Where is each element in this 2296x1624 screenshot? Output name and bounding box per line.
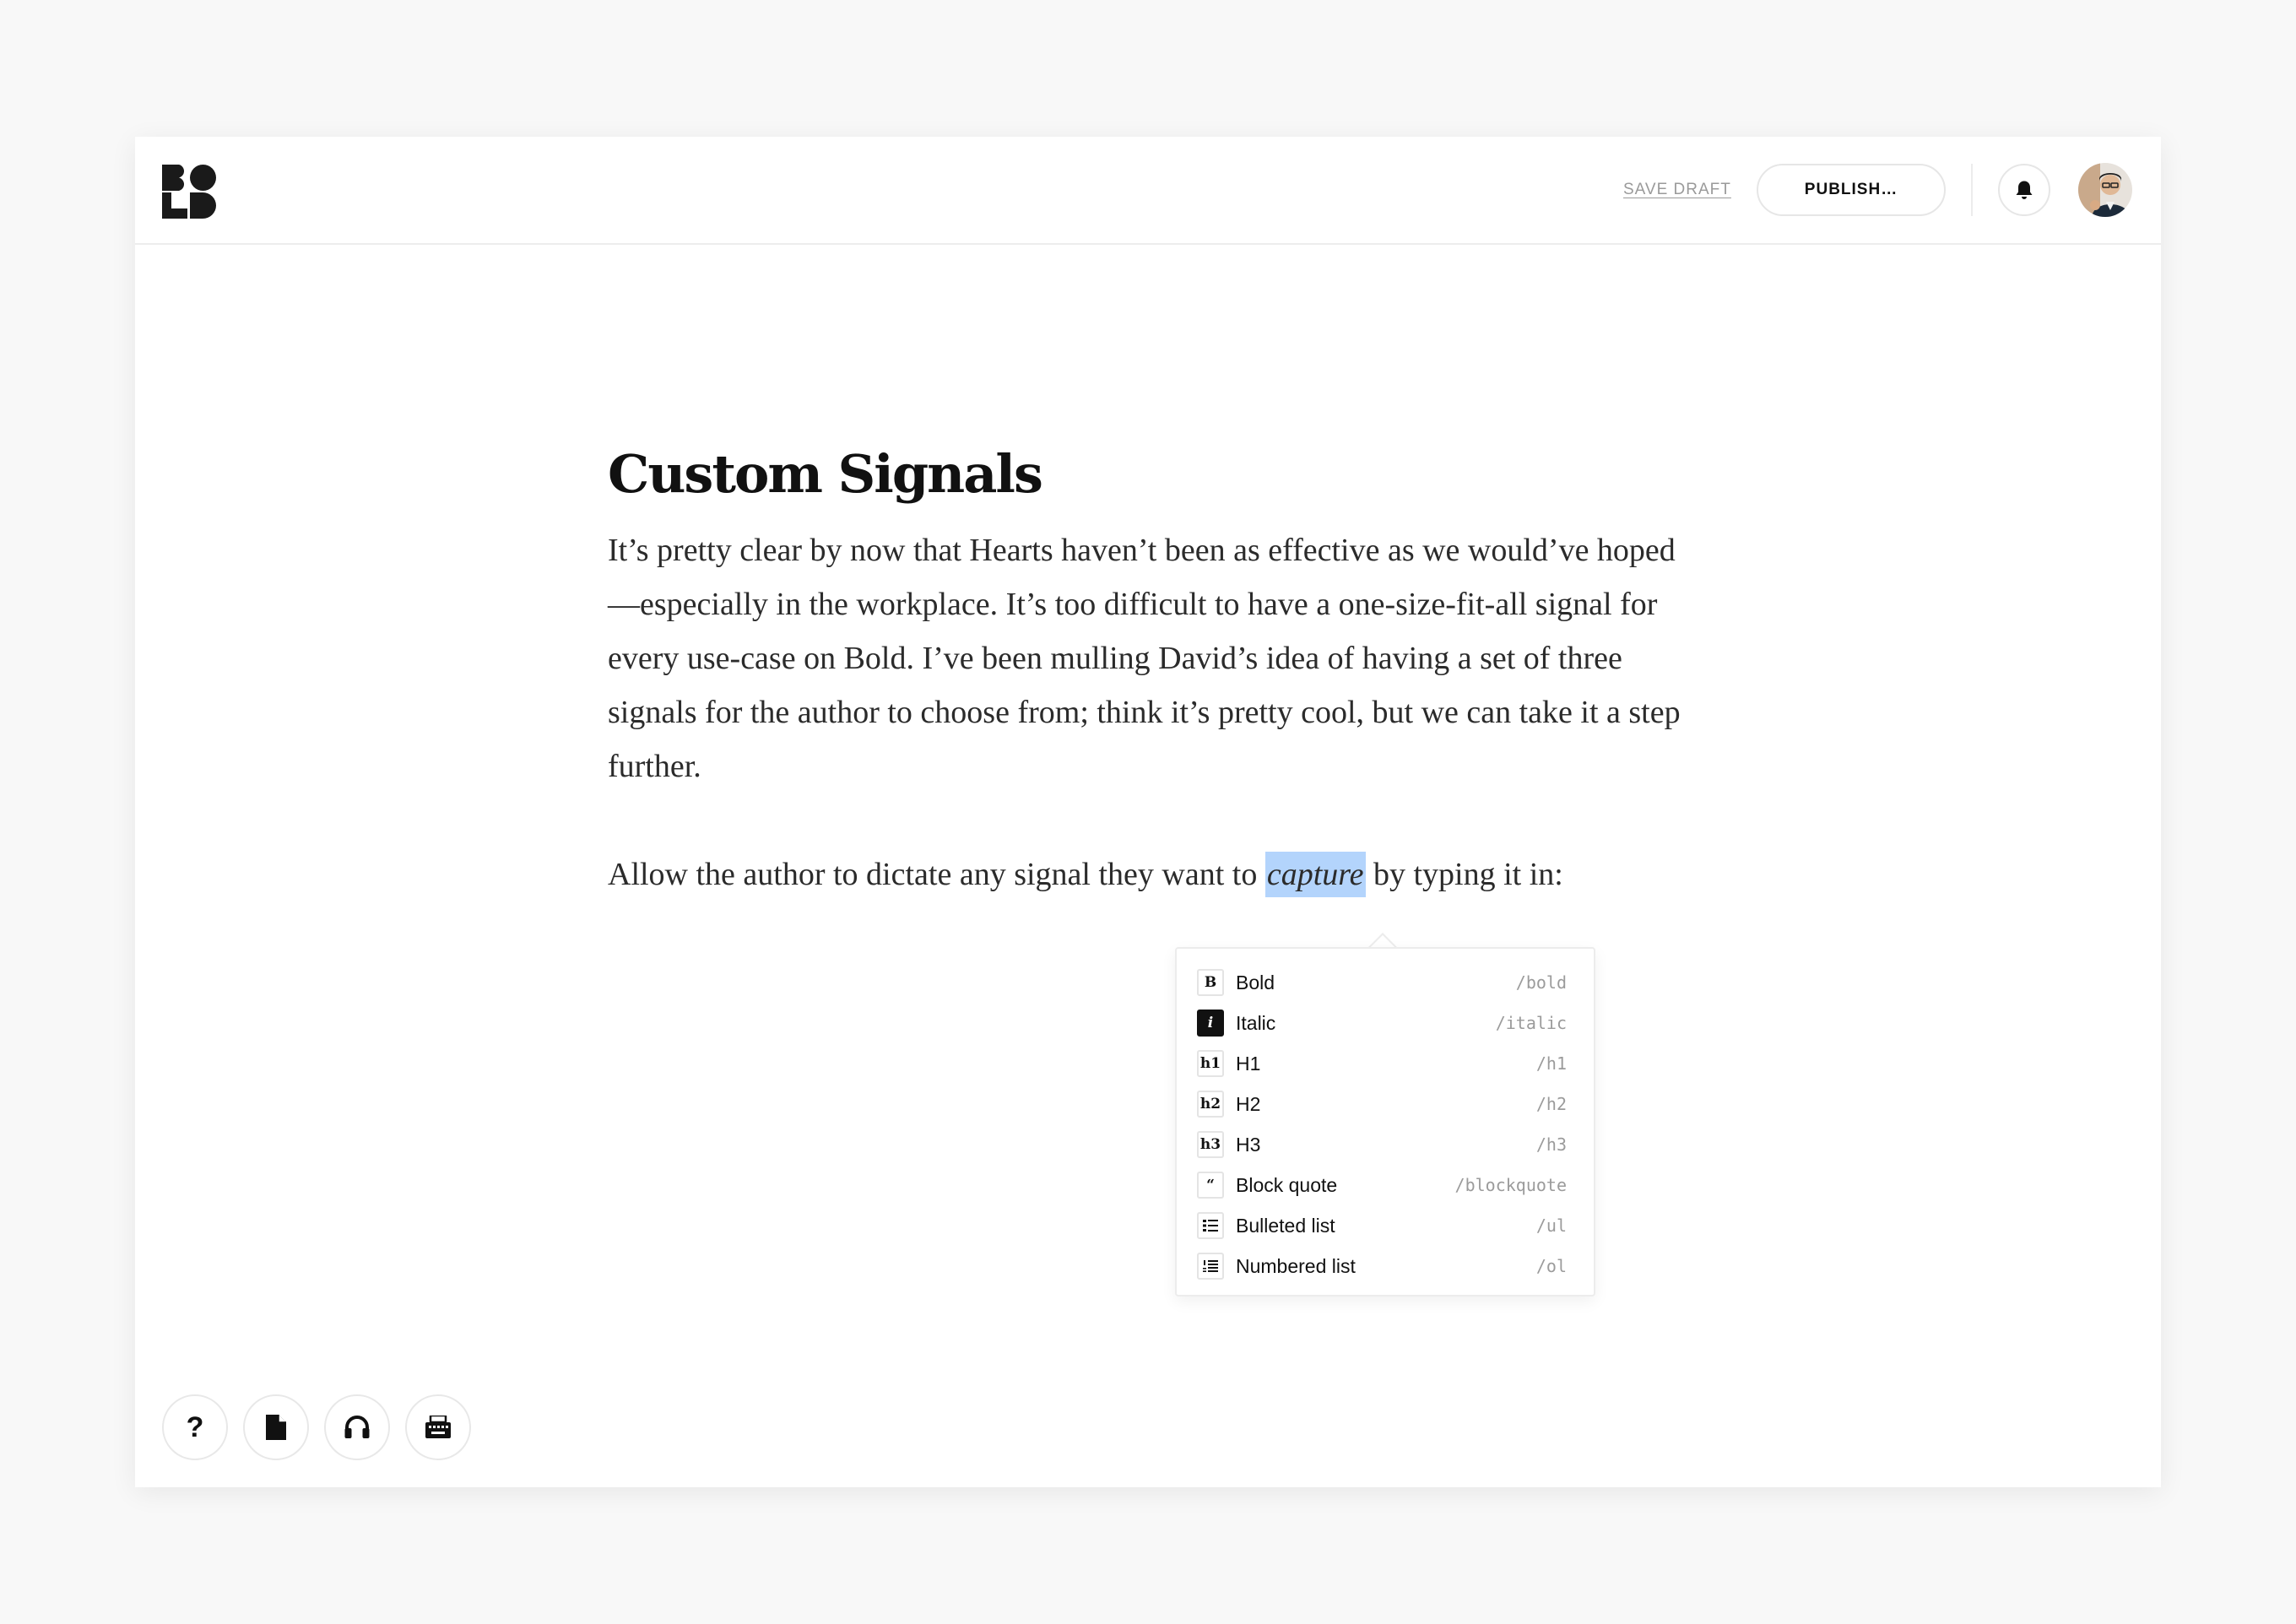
h2-icon: h2 <box>1197 1091 1224 1118</box>
menu-item-shortcut: /h3 <box>1535 1134 1567 1155</box>
bold-icon: B <box>1197 969 1224 996</box>
menu-item-label: Bulleted list <box>1236 1214 1335 1237</box>
bold-logo-icon[interactable] <box>162 165 216 219</box>
menu-item-shortcut: /bold <box>1515 972 1567 993</box>
menu-item-shortcut: /italic <box>1495 1013 1567 1033</box>
paragraph-2-text-before: Allow the author to dictate any signal t… <box>608 857 1265 892</box>
menu-item-bulleted-list[interactable]: Bulleted list /ul <box>1177 1205 1594 1246</box>
menu-item-shortcut: /ul <box>1535 1215 1567 1236</box>
document-icon <box>266 1415 286 1440</box>
menu-item-label: Block quote <box>1236 1173 1338 1196</box>
menu-item-shortcut: /ol <box>1535 1256 1567 1276</box>
top-bar: SAVE DRAFT PUBLISH… <box>135 137 2161 245</box>
headphones-icon <box>344 1416 370 1438</box>
bulleted-list-icon <box>1197 1212 1224 1239</box>
menu-item-bold[interactable]: B Bold /bold <box>1177 962 1594 1003</box>
h1-icon: h1 <box>1197 1050 1224 1077</box>
user-avatar[interactable] <box>2078 163 2132 217</box>
paragraph-2-text-after: by typing it in: <box>1365 857 1563 892</box>
menu-item-label: H3 <box>1236 1133 1261 1156</box>
numbered-list-icon <box>1197 1253 1224 1280</box>
bottom-toolbar: ? <box>162 1394 471 1460</box>
format-menu: B Bold /bold i Italic /italic h1 H1 /h1 … <box>1175 947 1595 1296</box>
document-button[interactable] <box>243 1394 309 1460</box>
typewriter-button[interactable] <box>405 1394 471 1460</box>
typewriter-icon <box>425 1416 451 1438</box>
menu-item-shortcut: /h2 <box>1535 1094 1567 1114</box>
selected-text[interactable]: capture <box>1264 852 1366 897</box>
paragraph-2[interactable]: Allow the author to dictate any signal t… <box>608 847 1722 901</box>
menu-item-label: H2 <box>1236 1092 1261 1115</box>
menu-item-block-quote[interactable]: “ Block quote /blockquote <box>1177 1165 1594 1205</box>
menu-item-h3[interactable]: h3 H3 /h3 <box>1177 1124 1594 1165</box>
menu-item-label: Italic <box>1236 1011 1276 1034</box>
menu-item-label: H1 <box>1236 1052 1261 1075</box>
document-body[interactable]: Custom Signals It’s pretty clear by now … <box>608 441 1722 901</box>
help-button[interactable]: ? <box>162 1394 228 1460</box>
publish-button[interactable]: PUBLISH… <box>1757 164 1946 216</box>
menu-item-label: Bold <box>1236 971 1275 993</box>
header-divider <box>1971 164 1973 216</box>
menu-item-numbered-list[interactable]: Numbered list /ol <box>1177 1246 1594 1286</box>
h3-icon: h3 <box>1197 1131 1224 1158</box>
menu-item-h1[interactable]: h1 H1 /h1 <box>1177 1043 1594 1084</box>
document-title[interactable]: Custom Signals <box>608 441 1722 508</box>
menu-item-h2[interactable]: h2 H2 /h2 <box>1177 1084 1594 1124</box>
help-icon: ? <box>186 1410 204 1443</box>
menu-item-italic[interactable]: i Italic /italic <box>1177 1003 1594 1043</box>
menu-item-shortcut: /blockquote <box>1454 1175 1567 1195</box>
notifications-button[interactable] <box>1998 164 2050 216</box>
paragraph-1[interactable]: It’s pretty clear by now that Hearts hav… <box>608 523 1697 793</box>
italic-icon: i <box>1197 1010 1224 1037</box>
editor-window: SAVE DRAFT PUBLISH… Custom Signals It’s … <box>135 137 2161 1487</box>
quote-icon: “ <box>1197 1172 1224 1199</box>
menu-item-shortcut: /h1 <box>1535 1053 1567 1074</box>
bell-icon <box>2016 181 2033 199</box>
avatar-image <box>2078 163 2132 217</box>
save-draft-link[interactable]: SAVE DRAFT <box>1623 181 1731 199</box>
listen-button[interactable] <box>324 1394 390 1460</box>
menu-item-label: Numbered list <box>1236 1254 1356 1277</box>
